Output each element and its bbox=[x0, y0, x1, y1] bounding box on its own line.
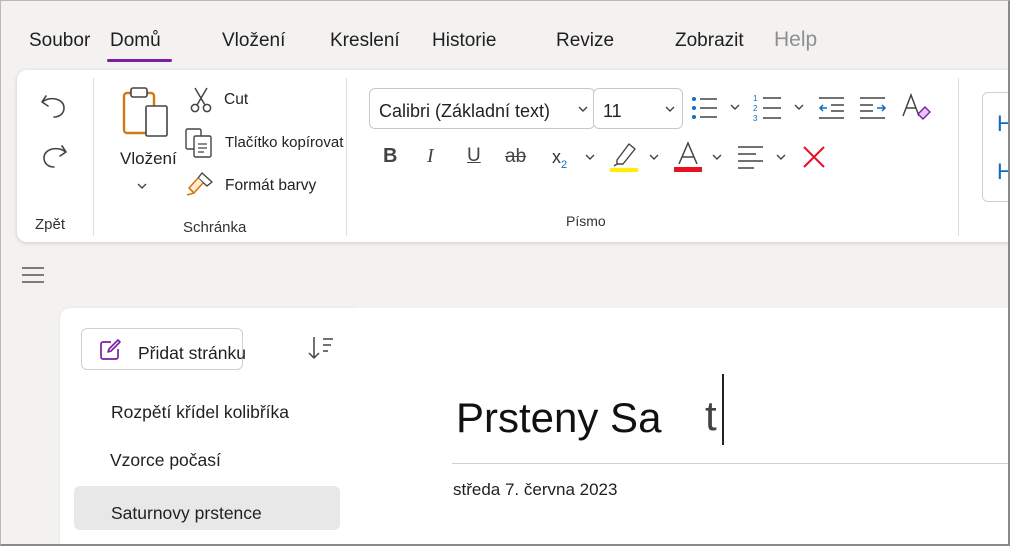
page-list-item[interactable]: Vzorce počasí bbox=[110, 450, 221, 471]
add-page-label: Přidat stránku bbox=[138, 343, 246, 363]
bullets-icon[interactable] bbox=[690, 94, 720, 122]
undo-group-label: Zpět bbox=[35, 216, 66, 233]
copy-label[interactable]: Tlačítko kopírovat bbox=[225, 134, 343, 151]
tab-zobrazit[interactable]: Zobrazit bbox=[675, 30, 744, 52]
numbering-icon[interactable]: 1 2 3 bbox=[752, 92, 784, 124]
note-title[interactable]: Prsteny Sa bbox=[456, 394, 661, 442]
chevron-down-icon[interactable] bbox=[793, 102, 805, 112]
paste-button-label[interactable]: Vložení bbox=[120, 149, 177, 169]
chevron-down-icon[interactable] bbox=[584, 152, 596, 162]
page-list-item[interactable]: Rozpětí křídel kolibříka bbox=[111, 402, 289, 423]
note-canvas[interactable] bbox=[355, 308, 1010, 546]
tab-help[interactable]: Help bbox=[774, 28, 817, 52]
text-cursor bbox=[722, 374, 724, 445]
align-left-icon[interactable] bbox=[736, 143, 766, 171]
chevron-down-icon[interactable] bbox=[729, 102, 741, 112]
styles-gallery[interactable]: H H bbox=[982, 92, 1010, 202]
tab-vlozeni[interactable]: Vložení bbox=[222, 30, 285, 52]
decrease-indent-icon[interactable] bbox=[817, 94, 847, 122]
bold-button[interactable]: B bbox=[383, 145, 397, 168]
cut-label[interactable]: Cut bbox=[224, 91, 248, 109]
heading2-style-preview[interactable]: H bbox=[997, 159, 1010, 185]
underline-button[interactable]: U bbox=[467, 145, 481, 167]
tab-soubor[interactable]: Soubor bbox=[29, 30, 90, 52]
clipboard-group-label: Schránka bbox=[183, 219, 247, 236]
note-title-continuation[interactable]: t bbox=[705, 392, 717, 440]
font-size-dropdown[interactable]: 11 bbox=[593, 88, 683, 129]
font-name-value: Calibri (Základní text) bbox=[379, 101, 551, 121]
note-date: středa 7. června 2023 bbox=[453, 480, 618, 499]
divider bbox=[346, 78, 347, 236]
format-painter-icon[interactable] bbox=[185, 170, 215, 198]
format-painter-label[interactable]: Formát barvy bbox=[225, 177, 316, 195]
navigation-menu-icon[interactable] bbox=[21, 265, 45, 285]
page-list-item[interactable]: Saturnovy prstence bbox=[111, 503, 262, 524]
font-group-label: Písmo bbox=[566, 213, 606, 229]
tab-revize[interactable]: Revize bbox=[556, 30, 614, 52]
svg-text:3: 3 bbox=[753, 114, 758, 123]
cut-icon[interactable] bbox=[188, 86, 214, 114]
tab-historie[interactable]: Historie bbox=[432, 30, 496, 52]
redo-icon[interactable] bbox=[37, 138, 71, 172]
chevron-down-icon[interactable] bbox=[648, 152, 660, 162]
clear-formatting-icon[interactable] bbox=[900, 92, 932, 122]
font-name-dropdown[interactable]: Calibri (Základní text) bbox=[369, 88, 595, 129]
title-divider bbox=[452, 463, 1010, 464]
font-color-icon[interactable] bbox=[672, 140, 704, 174]
chevron-down-icon[interactable] bbox=[136, 181, 148, 191]
divider bbox=[93, 78, 94, 236]
paste-icon[interactable] bbox=[118, 84, 174, 146]
chevron-down-icon[interactable] bbox=[775, 152, 787, 162]
chevron-down-icon[interactable] bbox=[664, 104, 676, 114]
chevron-down-icon[interactable] bbox=[711, 152, 723, 162]
chevron-down-icon[interactable] bbox=[577, 104, 589, 114]
sort-icon[interactable] bbox=[305, 334, 335, 362]
highlighter-icon[interactable] bbox=[607, 140, 641, 174]
svg-text:1: 1 bbox=[753, 94, 758, 103]
strikethrough-button[interactable]: ab bbox=[505, 146, 526, 168]
heading1-style-preview[interactable]: H bbox=[997, 111, 1010, 137]
tab-domu[interactable]: Domů bbox=[107, 30, 172, 62]
subscript-button[interactable]: x2 bbox=[552, 147, 567, 171]
font-size-value: 11 bbox=[603, 101, 622, 121]
delete-icon[interactable] bbox=[800, 143, 828, 171]
italic-button[interactable]: I bbox=[427, 145, 434, 168]
svg-text:2: 2 bbox=[753, 104, 758, 113]
divider bbox=[958, 78, 959, 236]
undo-icon[interactable] bbox=[37, 88, 71, 122]
tab-kresleni[interactable]: Kreslení bbox=[330, 30, 400, 52]
add-page-icon bbox=[100, 339, 121, 360]
copy-icon[interactable] bbox=[184, 127, 216, 159]
increase-indent-icon[interactable] bbox=[858, 94, 888, 122]
add-page-button[interactable]: Přidat stránku bbox=[81, 328, 246, 370]
